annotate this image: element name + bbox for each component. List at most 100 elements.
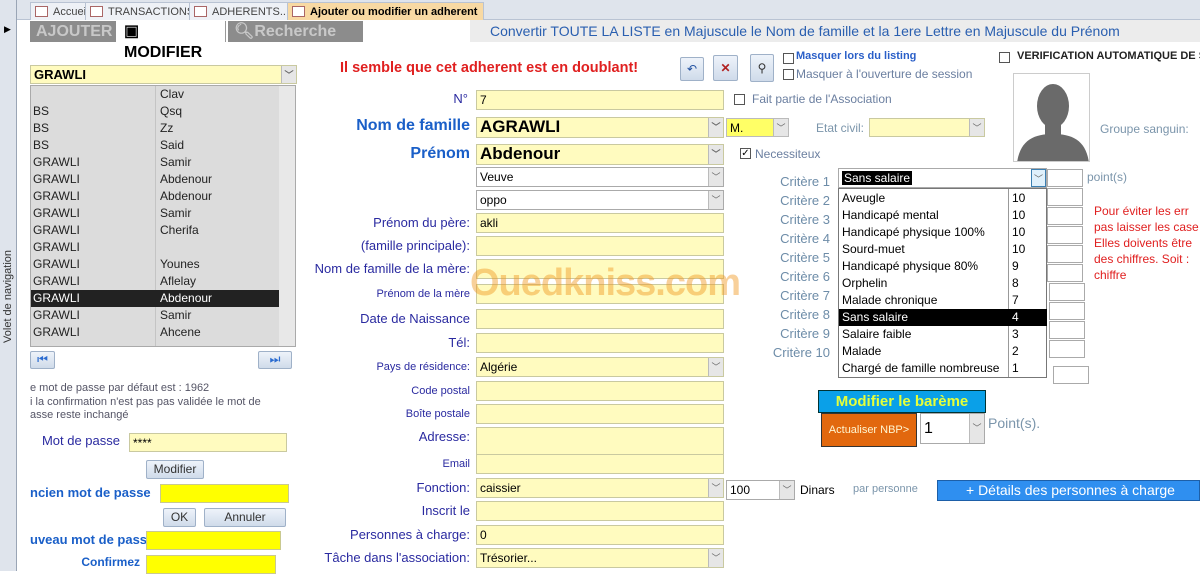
binoculars-icon[interactable]: ⚲ bbox=[750, 54, 774, 82]
prenom-field[interactable]: Abdenour ﹀ bbox=[476, 144, 724, 165]
civility-combo[interactable]: M. ﹀ bbox=[726, 118, 789, 137]
criterion-1-combo[interactable]: Sans salaire ﹀ bbox=[838, 168, 1047, 188]
adherent-list[interactable]: Clav BS Qsq BS Zz BS Said GRAWLI Samir GRAWLI Abde… bbox=[30, 85, 296, 347]
tab-ajouter-modifier[interactable]: Ajouter ou modifier un adherent bbox=[287, 2, 485, 20]
list-item[interactable]: Clav bbox=[31, 86, 279, 103]
hide-listing-checkbox[interactable] bbox=[783, 53, 794, 64]
personnes-field[interactable]: 0 bbox=[476, 525, 724, 545]
list-item[interactable]: GRAWLI Cherifa bbox=[31, 222, 279, 239]
amount-combo[interactable]: 100 ﹀ bbox=[726, 480, 795, 500]
dependents-details-button[interactable]: + Détails des personnes à charge bbox=[937, 480, 1200, 501]
criterion-option[interactable]: Salaire faible 3 bbox=[839, 326, 1047, 343]
oppo-combo[interactable]: oppo ﹀ bbox=[476, 190, 724, 210]
criterion-dropdown-list[interactable]: Aveugle 10 Handicapé mental 10 Handicapé phy… bbox=[838, 188, 1047, 378]
chevron-down-icon[interactable]: ﹀ bbox=[969, 119, 984, 136]
member-checkbox[interactable] bbox=[734, 94, 745, 105]
chevron-down-icon[interactable]: ﹀ bbox=[708, 191, 723, 209]
list-item[interactable]: BS Zz bbox=[31, 120, 279, 137]
situation-combo[interactable]: Veuve ﹀ bbox=[476, 167, 724, 187]
nom-field[interactable]: AGRAWLI ﹀ bbox=[476, 117, 724, 138]
criterion-2-points[interactable] bbox=[1047, 188, 1083, 206]
code-postal-field[interactable] bbox=[476, 381, 724, 401]
chevron-down-icon[interactable]: ﹀ bbox=[708, 479, 723, 497]
prenom-pere-field[interactable]: akli bbox=[476, 213, 724, 233]
chevron-down-icon[interactable]: ﹀ bbox=[773, 119, 788, 136]
criterion-option[interactable]: Malade 2 bbox=[839, 343, 1047, 360]
update-nbp-button[interactable]: Actualiser NBP> bbox=[821, 413, 917, 447]
photo-placeholder[interactable] bbox=[1013, 73, 1090, 162]
criterion-option[interactable]: Handicapé mental 10 bbox=[839, 207, 1047, 224]
list-item[interactable]: GRAWLI Younes bbox=[31, 256, 279, 273]
list-item[interactable]: GRAWLI Ahcene bbox=[31, 324, 279, 341]
tab-recherche[interactable]: 🔍︎Recherche bbox=[228, 21, 363, 42]
tab-adherents[interactable]: ADHERENTS... bbox=[189, 2, 297, 20]
chevron-down-icon[interactable]: ﹀ bbox=[708, 549, 723, 567]
list-item[interactable]: GRAWLI bbox=[31, 239, 279, 256]
chevron-down-icon[interactable]: ﹀ bbox=[1031, 169, 1046, 187]
password-field[interactable]: **** bbox=[129, 433, 287, 452]
tache-combo[interactable]: Trésorier... ﹀ bbox=[476, 548, 724, 568]
num-field[interactable]: 7 bbox=[476, 90, 724, 110]
criterion-option[interactable]: Orphelin 8 bbox=[839, 275, 1047, 292]
pays-combo[interactable]: Algérie ﹀ bbox=[476, 357, 724, 377]
search-combo[interactable]: GRAWLI ﹀ bbox=[30, 65, 297, 84]
needy-checkbox[interactable]: ✓ bbox=[740, 148, 751, 159]
cancel-button[interactable]: Annuler bbox=[204, 508, 286, 527]
famille-principale-field[interactable] bbox=[476, 236, 724, 256]
criterion-option[interactable]: Handicapé physique 100% 10 bbox=[839, 224, 1047, 241]
nbp-combo[interactable]: 1 ﹀ bbox=[920, 413, 985, 444]
criterion-option[interactable]: Sourd-muet 10 bbox=[839, 241, 1047, 258]
chevron-down-icon[interactable]: ﹀ bbox=[708, 118, 723, 137]
criterion-option[interactable]: Sans salaire 4 bbox=[839, 309, 1047, 326]
list-item[interactable]: GRAWLI Abdenour bbox=[31, 171, 279, 188]
navigation-pane[interactable]: ▶ Volet de navigation bbox=[0, 0, 17, 571]
criterion-option[interactable]: Malade chronique 7 bbox=[839, 292, 1047, 309]
first-record-button[interactable]: ⏮ bbox=[30, 351, 55, 369]
email-field[interactable] bbox=[476, 454, 724, 474]
convert-uppercase-link[interactable]: Convertir TOUTE LA LISTE en Majuscule le… bbox=[470, 20, 1200, 42]
criterion-6-points[interactable] bbox=[1047, 264, 1083, 282]
list-item[interactable]: BS Qsq bbox=[31, 103, 279, 120]
undo-icon[interactable]: ↶ bbox=[680, 57, 704, 81]
chevron-down-icon[interactable]: ﹀ bbox=[969, 414, 984, 443]
modify-password-button[interactable]: Modifier bbox=[146, 460, 204, 479]
list-item[interactable]: GRAWLI Aflelay bbox=[31, 273, 279, 290]
criterion-1-points[interactable] bbox=[1047, 169, 1083, 187]
list-item[interactable]: GRAWLI Abdenour bbox=[31, 290, 279, 307]
list-item[interactable]: BS Said bbox=[31, 137, 279, 154]
list-item[interactable]: GRAWLI Samir bbox=[31, 307, 279, 324]
chevron-down-icon[interactable]: ﹀ bbox=[708, 358, 723, 376]
chevron-down-icon[interactable]: ﹀ bbox=[708, 145, 723, 164]
delete-record-icon[interactable]: ✕ bbox=[713, 55, 738, 81]
list-item[interactable]: GRAWLI Abdenour bbox=[31, 188, 279, 205]
nom-mere-field[interactable] bbox=[476, 259, 724, 279]
criterion-5-points[interactable] bbox=[1047, 245, 1083, 263]
chevron-down-icon[interactable]: ﹀ bbox=[281, 66, 296, 83]
inscrit-field[interactable] bbox=[476, 501, 724, 521]
criterion-10-points[interactable] bbox=[1049, 340, 1085, 358]
criterion-option[interactable]: Chargé de famille nombreuse 1 bbox=[839, 360, 1047, 377]
criterion-4-points[interactable] bbox=[1047, 226, 1083, 244]
criterion-9-points[interactable] bbox=[1049, 321, 1085, 339]
last-record-button[interactable]: ⏭ bbox=[258, 351, 292, 369]
chevron-down-icon[interactable]: ﹀ bbox=[708, 168, 723, 186]
auto-verif-checkbox[interactable] bbox=[999, 52, 1010, 63]
hide-session-checkbox[interactable] bbox=[783, 69, 794, 80]
list-item[interactable]: GRAWLI Samir bbox=[31, 205, 279, 222]
confirm-password-field[interactable] bbox=[146, 555, 276, 574]
tab-modifier[interactable]: ▣ MODIFIER bbox=[118, 21, 226, 61]
tab-ajouter[interactable]: AJOUTER bbox=[30, 21, 116, 42]
total-points-box[interactable] bbox=[1053, 366, 1089, 384]
tel-field[interactable] bbox=[476, 333, 724, 353]
expand-arrow-icon[interactable]: ▶ bbox=[4, 24, 11, 35]
criterion-option[interactable]: Handicapé physique 80% 9 bbox=[839, 258, 1047, 275]
list-item[interactable]: GRAWLI Samir bbox=[31, 154, 279, 171]
old-password-field[interactable] bbox=[160, 484, 289, 503]
naissance-field[interactable] bbox=[476, 309, 724, 329]
modify-scale-button[interactable]: Modifier le barème bbox=[818, 390, 986, 413]
criterion-8-points[interactable] bbox=[1049, 302, 1085, 320]
boite-postale-field[interactable] bbox=[476, 404, 724, 424]
ok-button[interactable]: OK bbox=[163, 508, 196, 527]
new-password-field[interactable] bbox=[146, 531, 281, 550]
prenom-mere-field[interactable] bbox=[476, 284, 724, 304]
